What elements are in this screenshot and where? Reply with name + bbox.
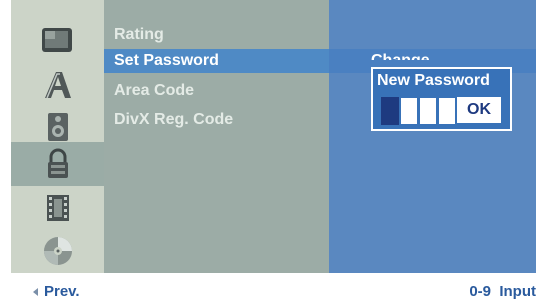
film-icon [46, 195, 69, 221]
option-column: Change [329, 0, 536, 273]
password-entry-row: OK [381, 97, 501, 125]
menu-item-rating[interactable]: Rating [114, 24, 164, 46]
prev-hint[interactable]: Prev. [44, 283, 80, 300]
popup-title: New Password [377, 72, 490, 89]
tv-icon-slot[interactable] [11, 19, 104, 63]
tv-icon [41, 28, 72, 52]
menu-column: Rating Set Password Area Code DivX Reg. … [104, 0, 329, 273]
new-password-popup: New Password OK [371, 67, 512, 131]
disc-icon [43, 237, 72, 265]
password-digit-box[interactable] [400, 97, 418, 125]
menu-item-divx-reg-code[interactable]: DivX Reg. Code [114, 109, 233, 131]
dvd-setup-screen: Rating Set Password Area Code DivX Reg. … [0, 0, 547, 302]
change-option[interactable]: Change [371, 49, 430, 60]
menu-item-set-password[interactable]: Set Password [114, 50, 219, 72]
disc-icon-slot[interactable] [11, 229, 104, 273]
language-icon [44, 72, 71, 99]
prev-arrow-icon [33, 288, 38, 296]
menu-item-area-code[interactable]: Area Code [114, 80, 194, 102]
footer-bar [0, 273, 547, 302]
lock-icon [47, 148, 68, 178]
lock-icon-slot[interactable] [11, 142, 104, 186]
language-icon-slot[interactable] [11, 63, 104, 107]
password-digit-box[interactable] [381, 97, 399, 125]
speaker-icon [47, 113, 68, 141]
category-icon-column [11, 0, 104, 273]
password-digit-box[interactable] [438, 97, 456, 125]
ok-button[interactable]: OK [457, 97, 501, 123]
password-digit-box[interactable] [419, 97, 437, 125]
film-icon-slot[interactable] [11, 186, 104, 230]
input-hint: 0-9 Input [469, 283, 536, 300]
